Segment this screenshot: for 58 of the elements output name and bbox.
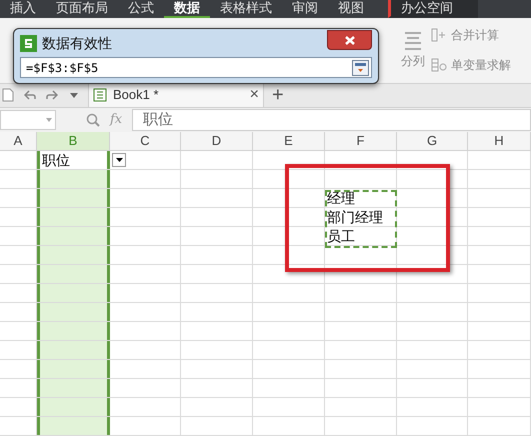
column-header[interactable]: D [181,132,253,150]
selected-cell[interactable] [37,265,110,283]
selected-cell[interactable] [37,246,110,264]
column-header[interactable]: B [37,132,110,150]
collapse-dialog-icon[interactable] [352,60,369,76]
print-preview-icon[interactable] [2,88,14,102]
menu-tab[interactable]: 插入 [0,0,46,18]
name-box[interactable] [0,110,56,130]
new-tab-button[interactable]: + [272,85,284,106]
selected-cell[interactable] [37,189,110,207]
dropdown-icon[interactable] [70,92,78,98]
dropdown-icon [46,118,52,122]
selected-cell[interactable] [37,341,110,359]
goal-seek-icon [431,58,447,72]
menu-tab[interactable]: 公式 [118,0,164,18]
selected-cell[interactable] [37,322,110,340]
selected-cell[interactable] [37,208,110,226]
undo-icon[interactable] [24,90,36,100]
menu-tab[interactable]: 审阅 [282,0,328,18]
menu-tab[interactable]: 页面布局 [46,0,118,18]
range-value: =$F$3:$F$5 [26,60,100,76]
selected-cell[interactable] [37,417,110,435]
close-button[interactable] [327,30,372,50]
document-title: Book1 * [113,86,159,104]
selected-cell[interactable] [37,379,110,397]
table-cell[interactable]: 员工 [325,227,397,245]
menu-tab[interactable]: 办公空间 [388,0,478,18]
zoom-icon[interactable] [86,112,100,127]
menu-tab[interactable]: 表格样式 [210,0,282,18]
formula-field[interactable]: 职位 [132,108,531,131]
consolidate-icon [431,28,447,42]
column-header[interactable]: H [468,132,531,150]
caret-icon [116,158,122,162]
column-header[interactable]: F [325,132,397,150]
column-header[interactable]: E [253,132,325,150]
table-cell[interactable]: 部门经理 [325,208,397,226]
close-icon [344,36,354,44]
copy-range-outline [325,190,397,248]
dropdown-button[interactable] [112,153,126,167]
selected-cell[interactable] [37,303,110,321]
selected-cell[interactable] [37,398,110,416]
column-header[interactable]: C [110,132,181,150]
spreadsheet-icon [93,88,107,102]
column-header[interactable]: G [397,132,468,150]
selected-cell[interactable] [37,227,110,245]
range-field[interactable]: =$F$3:$F$5 [20,57,372,78]
active-cell[interactable]: 职位 [37,151,110,169]
selected-cell[interactable] [37,170,110,188]
selected-cell[interactable] [37,360,110,378]
split-columns-icon [404,30,422,52]
app-logo-icon [20,34,37,52]
redo-icon[interactable] [46,90,58,100]
menu-tab[interactable]: 视图 [328,0,374,18]
dialog-title: 数据有效性 [42,34,112,52]
close-tab-button[interactable]: × [250,83,259,108]
document-tab[interactable]: Book1 * × [88,83,264,108]
table-cell[interactable]: 经理 [325,189,397,207]
selected-cell[interactable] [37,284,110,302]
